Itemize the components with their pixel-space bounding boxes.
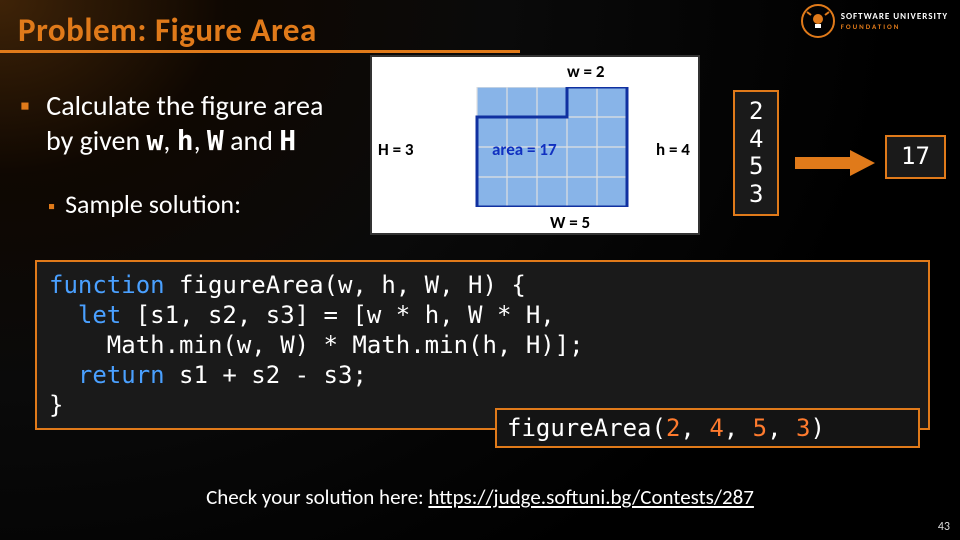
bullet-line2: by given w, h, W and H [20, 123, 323, 158]
arg-3: 3 [796, 414, 810, 442]
footer: Check your solution here: https://judge.… [0, 484, 960, 510]
kw-w: w [147, 124, 164, 157]
title-underline [0, 50, 520, 53]
call-close: ) [810, 414, 824, 442]
logo: SOFTWARE UNIVERSITY FOUNDATION [801, 4, 948, 38]
arrow-icon [795, 150, 875, 176]
arg-1: 4 [709, 414, 723, 442]
fig-label-h: h = 4 [656, 139, 690, 160]
code-call: figureArea(2, 4, 5, 3) [495, 408, 920, 448]
page-number: 43 [938, 520, 950, 534]
logo-text-1: SOFTWARE UNIVERSITY [841, 12, 948, 21]
code-block: function figureArea(w, h, W, H) { let [s… [35, 260, 930, 430]
kw-W: W [207, 124, 224, 157]
figure-diagram: w = 2 H = 3 area = 17 h = 4 W = 5 [370, 55, 700, 235]
fig-label-H: H = 3 [378, 139, 414, 160]
arg-0: 2 [666, 414, 680, 442]
input-box: 2 4 5 3 [733, 90, 779, 216]
kw-H: H [279, 124, 296, 157]
fig-label-area: area = 17 [492, 139, 557, 160]
sep3: and [224, 123, 280, 158]
bullet-main: Calculate the figure area by given w, h,… [20, 88, 323, 158]
slide-title: Problem: Figure Area [18, 10, 317, 50]
logo-text-2: FOUNDATION [841, 23, 948, 30]
bullet-line1: Calculate the figure area [46, 88, 323, 123]
bullet-pre: by given [46, 123, 147, 158]
output-box: 17 [885, 135, 946, 179]
call-fn: figureArea( [507, 414, 666, 442]
fig-label-w: w = 2 [567, 61, 604, 82]
sep1: , [163, 123, 176, 158]
lightbulb-gear-icon [801, 4, 835, 38]
kw-h: h [177, 124, 194, 157]
sep2: , [194, 123, 207, 158]
arg-2: 5 [753, 414, 767, 442]
footer-link[interactable]: https://judge.softuni.bg/Contests/287 [428, 484, 754, 510]
fig-label-W: W = 5 [550, 212, 590, 233]
footer-text: Check your solution here: [206, 484, 428, 510]
bullet-sub: Sample solution: [48, 188, 241, 220]
